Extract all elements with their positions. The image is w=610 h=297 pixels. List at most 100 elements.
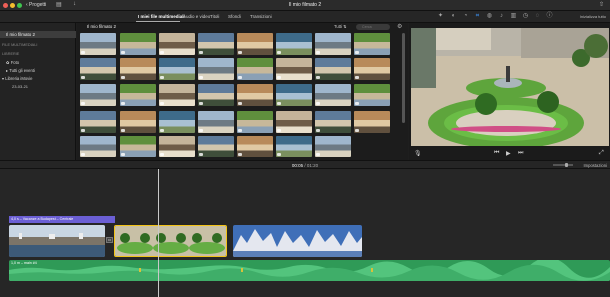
media-thumbnail[interactable] xyxy=(354,33,390,55)
sidebar-event-date[interactable]: 23-03-21 xyxy=(12,84,28,89)
sidebar: Il mio filmato 2 FILE MULTIMEDIALI LIBRE… xyxy=(0,23,76,160)
media-thumbnail[interactable] xyxy=(80,84,116,106)
video-clip-2-selected[interactable] xyxy=(114,225,227,257)
video-badge-icon xyxy=(199,129,203,132)
media-thumbnail[interactable] xyxy=(198,136,234,157)
media-thumbnail[interactable] xyxy=(276,84,312,106)
media-thumbnail[interactable] xyxy=(80,33,116,55)
square-fountain-image xyxy=(411,28,609,146)
media-thumbnail[interactable] xyxy=(80,111,116,133)
sidebar-item-all-events[interactable]: ▸ Tutti gli eventi xyxy=(6,68,35,73)
fullscreen-icon[interactable]: ⤢ xyxy=(599,150,604,157)
info-icon[interactable]: ⓘ xyxy=(546,13,553,20)
video-badge-icon xyxy=(316,153,320,156)
media-thumbnail[interactable] xyxy=(120,136,156,157)
media-thumbnail[interactable] xyxy=(120,111,156,133)
media-thumbnail[interactable] xyxy=(315,33,351,55)
media-thumbnail[interactable] xyxy=(198,111,234,133)
mic-icon[interactable]: 🎙 xyxy=(414,150,422,157)
media-thumbnail[interactable] xyxy=(198,58,234,80)
next-icon[interactable]: ⏭ xyxy=(518,150,523,157)
timeline-zoom-slider[interactable] xyxy=(553,163,573,167)
tab-titles[interactable]: Titoli xyxy=(210,14,219,19)
tab-audio-video[interactable]: Audio e video xyxy=(183,14,210,19)
video-badge-icon xyxy=(160,153,164,156)
media-thumbnail[interactable] xyxy=(120,33,156,55)
sidebar-item-photos[interactable]: ✿ Foto xyxy=(6,60,19,65)
play-icon[interactable]: ▶ xyxy=(506,150,511,157)
enhance-icon[interactable]: ✦ xyxy=(437,13,444,20)
media-thumbnail[interactable] xyxy=(276,111,312,133)
export-icon[interactable]: ⇧ xyxy=(599,1,604,8)
media-thumbnail[interactable] xyxy=(237,58,273,80)
media-thumbnail[interactable] xyxy=(315,58,351,80)
gear-icon[interactable]: ⚙ xyxy=(397,23,402,30)
media-thumbnail[interactable] xyxy=(354,58,390,80)
crop-icon[interactable]: ⌗ xyxy=(474,13,481,20)
title-clip[interactable]: 4,0 s – Vacanze a Budapest – Centrale xyxy=(9,216,115,223)
media-thumbnail[interactable] xyxy=(276,136,312,157)
video-badge-icon xyxy=(355,102,359,105)
stabilization-icon[interactable]: ◍ xyxy=(486,13,493,20)
sidebar-item-label: Foto xyxy=(10,60,20,65)
media-thumbnail[interactable] xyxy=(159,58,195,80)
media-thumbnail[interactable] xyxy=(120,84,156,106)
media-thumbnail[interactable] xyxy=(276,33,312,55)
timecode-bar: 00:05 / 01:20 Impostazioni xyxy=(0,160,610,169)
sidebar-item-project[interactable]: Il mio filmato 2 xyxy=(0,31,76,38)
filter-dropdown[interactable]: Tutti ⇅ xyxy=(334,24,347,29)
media-thumbnail[interactable] xyxy=(198,33,234,55)
media-thumbnail[interactable] xyxy=(237,136,273,157)
media-thumbnail[interactable] xyxy=(237,111,273,133)
video-badge-icon xyxy=(238,153,242,156)
volume-icon[interactable]: ♪ xyxy=(498,13,505,20)
prev-icon[interactable]: ⏮ xyxy=(494,150,499,157)
media-thumbnail[interactable] xyxy=(276,58,312,80)
video-badge-icon xyxy=(277,153,281,156)
transition-marker[interactable]: ⋈ xyxy=(106,237,113,243)
reset-all-button[interactable]: Inizializza tutto xyxy=(580,14,606,19)
video-clip-3[interactable] xyxy=(233,225,362,257)
sidebar-item-imovie-library[interactable]: ▾ Libreria iMovie xyxy=(2,76,33,81)
sidebar-item-label: Tutti gli eventi xyxy=(9,68,35,73)
media-thumbnail[interactable] xyxy=(237,33,273,55)
media-thumbnail[interactable] xyxy=(159,111,195,133)
tab-backgrounds[interactable]: Sfondi xyxy=(228,14,241,19)
browser-scrollbar[interactable] xyxy=(402,33,405,123)
search-input[interactable] xyxy=(356,24,390,30)
speed-icon[interactable]: ◷ xyxy=(522,13,529,20)
filter-icon[interactable]: ◌ xyxy=(534,13,541,20)
sidebar-item-label: Libreria iMovie xyxy=(5,76,33,81)
viewer: 🎙 ⏮ ▶ ⏭ ⤢ xyxy=(409,23,610,160)
settings-button[interactable]: Impostazioni xyxy=(583,163,607,168)
media-thumbnail[interactable] xyxy=(159,33,195,55)
playhead[interactable] xyxy=(158,169,159,297)
media-thumbnail[interactable] xyxy=(315,136,351,157)
media-thumbnail[interactable] xyxy=(354,111,390,133)
media-thumbnail[interactable] xyxy=(198,84,234,106)
media-thumbnail[interactable] xyxy=(159,136,195,157)
clip-filmstrip xyxy=(233,225,362,257)
video-badge-icon xyxy=(81,129,85,132)
browser-title: Il mio filmato 2 xyxy=(87,24,117,29)
noise-reduction-icon[interactable]: ▥ xyxy=(510,13,517,20)
media-thumbnail[interactable] xyxy=(159,84,195,106)
media-thumbnail[interactable] xyxy=(354,84,390,106)
media-thumbnail[interactable] xyxy=(237,84,273,106)
sidebar-section-media: FILE MULTIMEDIALI xyxy=(2,43,38,47)
media-thumbnail[interactable] xyxy=(315,84,351,106)
media-thumbnail[interactable] xyxy=(80,136,116,157)
video-badge-icon xyxy=(238,51,242,54)
tab-transitions[interactable]: Transizioni xyxy=(250,14,272,19)
color-balance-icon[interactable]: ◐ xyxy=(450,13,457,20)
active-tab-indicator xyxy=(136,21,180,22)
video-clip-1[interactable] xyxy=(9,225,105,257)
video-badge-icon xyxy=(355,129,359,132)
color-correction-icon[interactable]: ◔ xyxy=(462,13,469,20)
media-thumbnail[interactable] xyxy=(315,111,351,133)
video-badge-icon xyxy=(199,51,203,54)
music-track[interactable]: 1,0 m – main #4 xyxy=(9,260,610,281)
media-thumbnail[interactable] xyxy=(80,58,116,80)
tab-my-media[interactable]: I miei file multimediali xyxy=(138,14,185,19)
media-thumbnail[interactable] xyxy=(120,58,156,80)
